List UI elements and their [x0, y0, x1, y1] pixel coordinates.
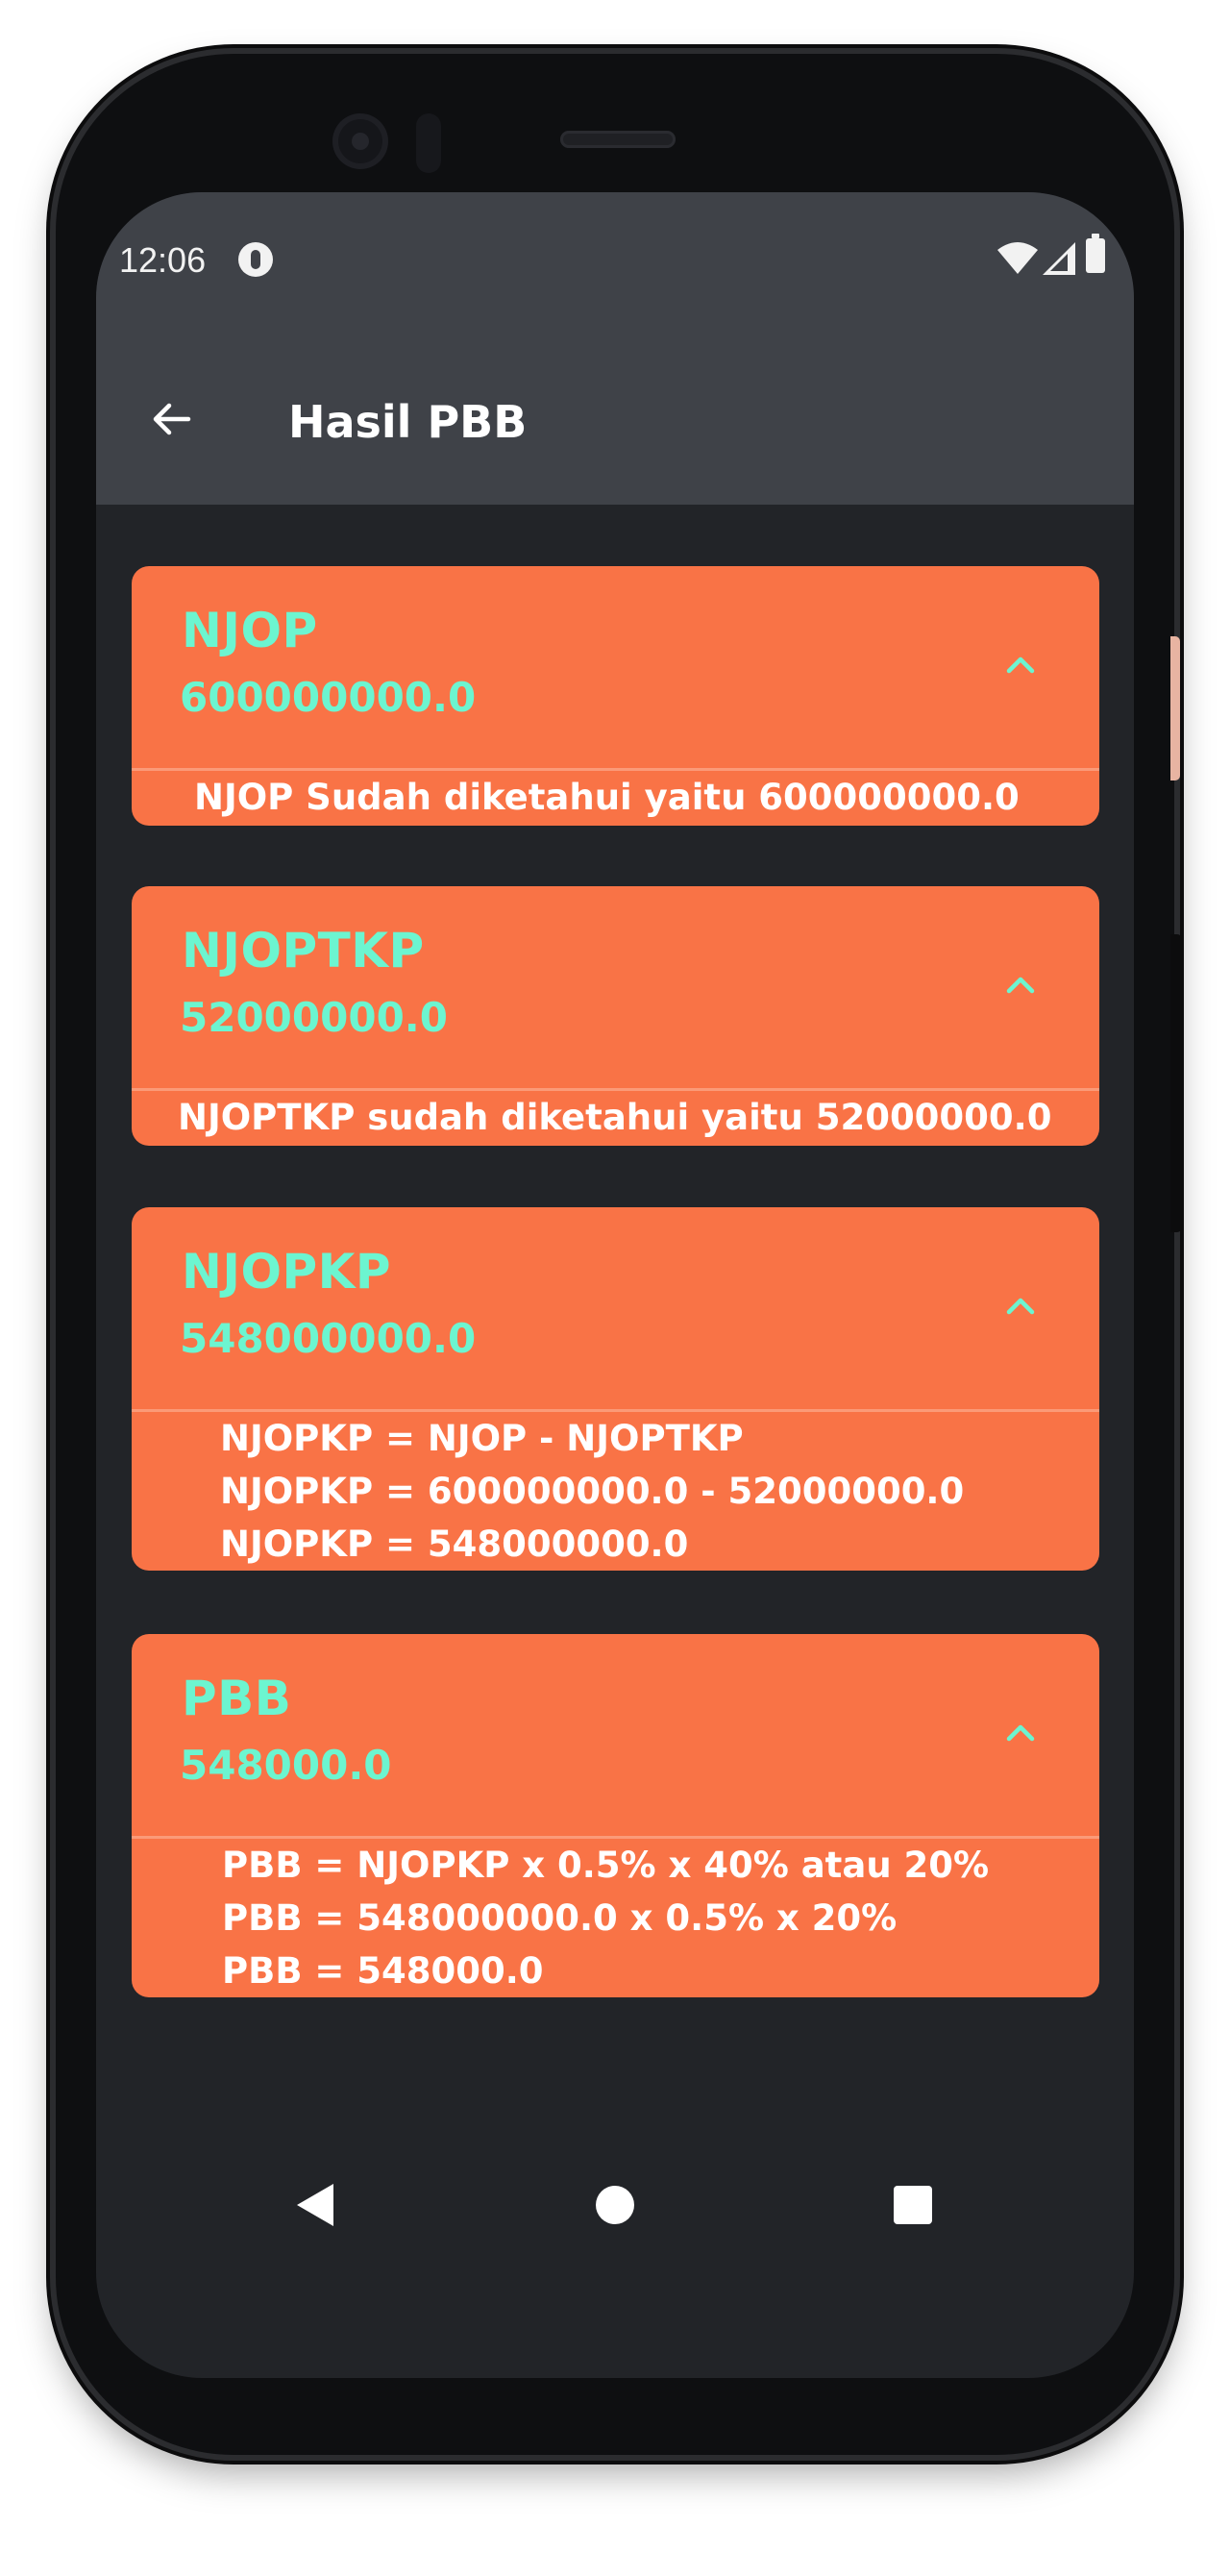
card-value: 548000000.0 — [180, 1315, 477, 1362]
front-camera — [332, 113, 388, 169]
nav-back-icon[interactable] — [293, 2182, 335, 2228]
detail-line: NJOPKP = NJOP - NJOPTKP — [220, 1418, 744, 1459]
chevron-up-icon[interactable] — [1001, 965, 1040, 1003]
status-time: 12:06 — [119, 240, 207, 280]
phone-screen: 12:06 Hasil PBB NJOP 600000000.0 NJOP Su… — [96, 192, 1134, 2378]
battery-icon — [1086, 234, 1105, 273]
card-header[interactable]: PBB 548000.0 — [132, 1634, 1099, 1836]
detail-line: PBB = NJOPKP x 0.5% x 40% atau 20% — [222, 1845, 990, 1886]
volume-button — [1170, 636, 1180, 780]
card-njoptkp: NJOPTKP 52000000.0 NJOPTKP sudah diketah… — [132, 886, 1099, 1146]
nav-home-icon[interactable] — [596, 2186, 634, 2224]
status-bar: 12:06 — [96, 192, 1134, 327]
card-details: NJOPKP = NJOP - NJOPTKP NJOPKP = 6000000… — [132, 1412, 1099, 1571]
card-pbb: PBB 548000.0 PBB = NJOPKP x 0.5% x 40% a… — [132, 1634, 1099, 1997]
nav-recents-icon[interactable] — [894, 2186, 932, 2224]
card-header[interactable]: NJOPTKP 52000000.0 — [132, 886, 1099, 1088]
app-bar: Hasil PBB — [96, 327, 1134, 505]
detail-line: PBB = 548000.0 — [222, 1950, 544, 1992]
detail-line: PBB = 548000000.0 x 0.5% x 20% — [222, 1897, 898, 1939]
card-details: NJOP Sudah diketahui yaitu 600000000.0 — [132, 771, 1099, 824]
detail-line: NJOPKP = 600000000.0 - 52000000.0 — [220, 1471, 965, 1512]
card-details: NJOPTKP sudah diketahui yaitu 52000000.0 — [132, 1091, 1099, 1144]
card-title: PBB — [182, 1671, 292, 1726]
detail-line: NJOP Sudah diketahui yaitu 600000000.0 — [194, 777, 1020, 818]
card-header[interactable]: NJOPKP 548000000.0 — [132, 1207, 1099, 1409]
card-value: 548000.0 — [180, 1742, 392, 1789]
earpiece-speaker — [560, 131, 676, 148]
detail-line: NJOPKP = 548000000.0 — [220, 1523, 689, 1565]
chevron-up-icon[interactable] — [1001, 645, 1040, 683]
card-details: PBB = NJOPKP x 0.5% x 40% atau 20% PBB =… — [132, 1839, 1099, 1997]
chevron-up-icon[interactable] — [1001, 1286, 1040, 1325]
detail-line: NJOPTKP sudah diketahui yaitu 52000000.0 — [178, 1097, 1052, 1138]
card-value: 600000000.0 — [180, 674, 477, 721]
page-title: Hasil PBB — [288, 396, 528, 448]
signal-icon — [1043, 242, 1075, 275]
card-value: 52000000.0 — [180, 994, 448, 1041]
back-arrow-icon[interactable] — [146, 394, 196, 444]
card-njop: NJOP 600000000.0 NJOP Sudah diketahui ya… — [132, 566, 1099, 826]
card-njopkp: NJOPKP 548000000.0 NJOPKP = NJOP - NJOPT… — [132, 1207, 1099, 1571]
chevron-up-icon[interactable] — [1001, 1713, 1040, 1751]
card-header[interactable]: NJOP 600000000.0 — [132, 566, 1099, 768]
power-button — [1170, 934, 1182, 1232]
card-title: NJOPKP — [182, 1244, 391, 1300]
card-title: NJOP — [182, 603, 318, 658]
notification-app-icon — [238, 242, 273, 277]
wifi-icon — [997, 242, 1038, 274]
card-title: NJOPTKP — [182, 923, 425, 978]
proximity-sensor — [416, 113, 441, 173]
